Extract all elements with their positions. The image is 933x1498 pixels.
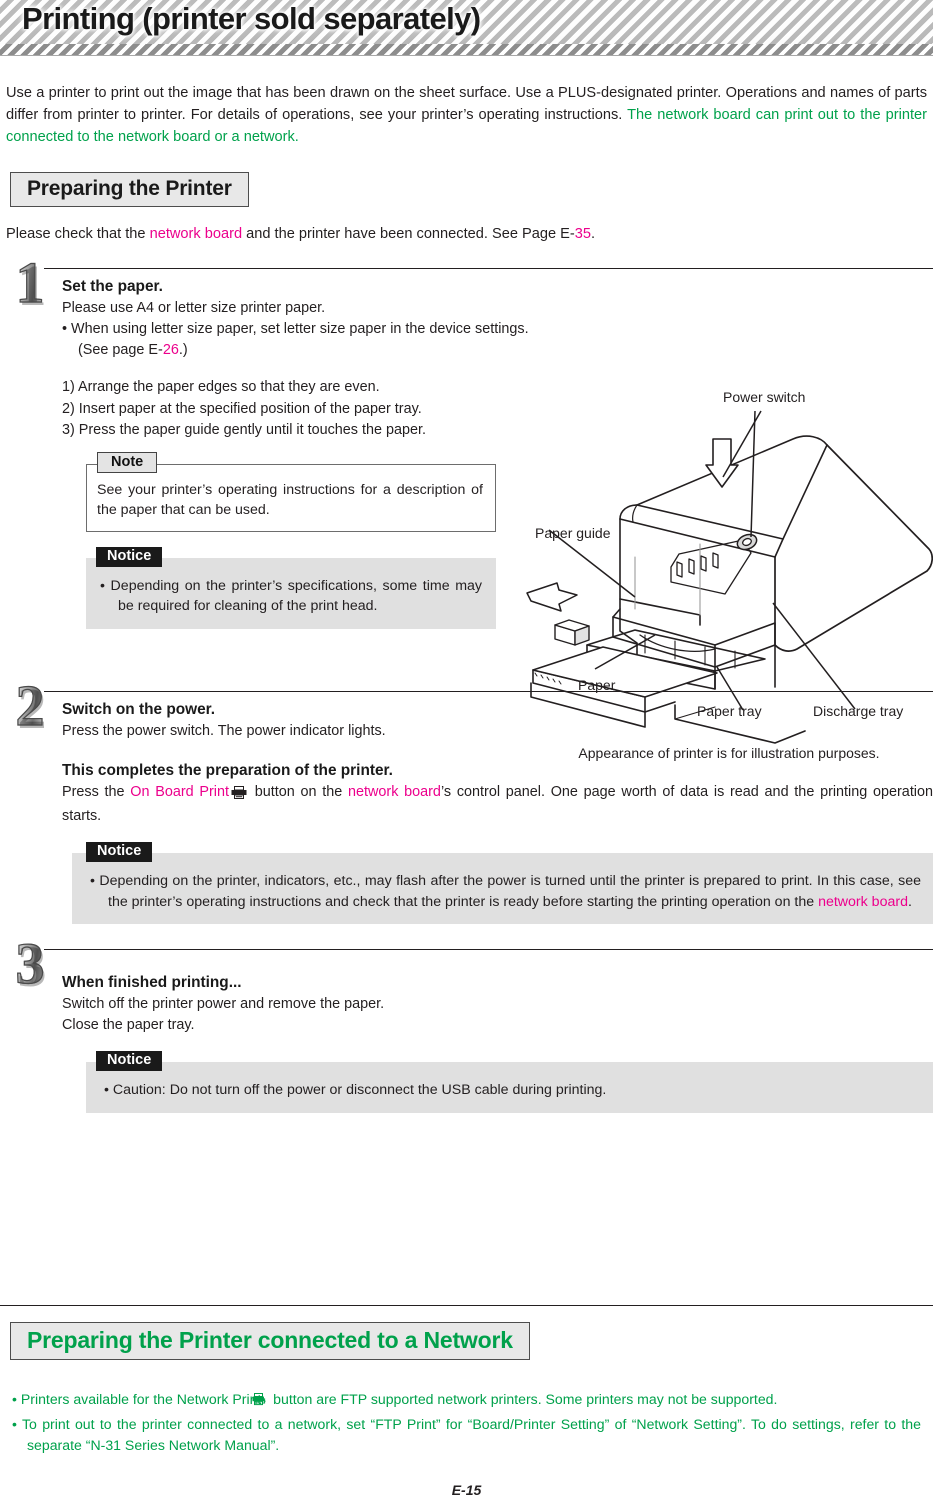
network-note-1-b: button are FTP supported network printer…	[269, 1391, 778, 1407]
step-2-body: Switch on the power. Press the power swi…	[62, 691, 933, 925]
network-board-link: network board	[149, 225, 243, 242]
power-switch-arrow	[705, 438, 739, 488]
section-network-wrap: Preparing the Printer connected to a Net…	[10, 1322, 530, 1360]
step-2-text-b: button on the	[248, 784, 348, 801]
step-1-notice-box: Notice • Depending on the printer’s spec…	[86, 546, 496, 630]
network-note-2: • To print out to the printer connected …	[12, 1415, 921, 1453]
page-ref-26: 26	[162, 342, 179, 359]
step-3-rule	[44, 949, 933, 951]
step-1-note-text: See your printer’s operating instruction…	[97, 481, 483, 519]
step-1-body: Set the paper. Please use A4 or letter s…	[62, 268, 532, 630]
step-2-number: 2	[2, 674, 58, 737]
step-2: 2 Switch on the power. Press the power s…	[0, 674, 933, 925]
section1-lead-paragraph: Please check that the network board and …	[6, 224, 927, 246]
step-2-notice-text: • Depending on the printer, indicators, …	[90, 871, 921, 912]
step-1-title: Set the paper.	[62, 278, 163, 296]
page-title: Printing (printer sold separately)	[22, 1, 481, 36]
network-board-link-2: network board	[348, 784, 441, 801]
notice-tab-label-1: Notice	[96, 546, 163, 567]
step-2-title: Switch on the power.	[62, 701, 216, 719]
step-1-numbered-list: 1) Arrange the paper edges so that they …	[62, 377, 532, 442]
on-board-print-link: On Board Print	[130, 784, 229, 801]
step-3-body: When finished printing... Switch off the…	[62, 949, 933, 1113]
label-paper-guide: Paper guide	[535, 525, 611, 541]
lead-text-c: .	[590, 225, 596, 242]
page-footer: E-15	[451, 1482, 482, 1498]
step-3-number: 3	[2, 932, 58, 995]
step-1-note-box: Note See your printer’s operating instru…	[86, 451, 496, 532]
step-2-notice-box: Notice • Depending on the printer, indic…	[72, 841, 933, 925]
step-2-rule	[44, 691, 933, 693]
step-1-notice-text: • Depending on the printer’s specificati…	[100, 577, 482, 615]
paper-guide-arrow	[526, 582, 578, 612]
step-1-substep-1: 1) Arrange the paper edges so that they …	[62, 379, 380, 396]
page-header-banner: Printing (printer sold separately)	[0, 0, 933, 56]
step-1-bullet: • When using letter size paper, set lett…	[62, 319, 532, 361]
lead-text-a: Please check that the	[6, 225, 150, 242]
step-3-line1: Switch off the printer power and remove …	[62, 996, 385, 1013]
network-note-1: • Printers available for the Network Pri…	[12, 1389, 921, 1413]
step-3-title: When finished printing...	[62, 974, 242, 992]
network-notes-list: • Printers available for the Network Pri…	[12, 1389, 921, 1457]
step-2-notice-text-a: • Depending on the printer, indicators, …	[90, 872, 921, 910]
page-content: Use a printer to print out the image tha…	[0, 82, 933, 1498]
step-2-text-a: Press the	[62, 784, 131, 801]
step-1-substep-3: 3) Press the paper guide gently until it…	[62, 422, 426, 439]
step-3-notice-box: Notice • Caution: Do not turn off the po…	[86, 1051, 933, 1113]
step-1-substep-2: 2) Insert paper at the specified positio…	[62, 400, 422, 417]
network-board-link-3: network board	[818, 893, 908, 910]
step-2-body-text: Press the On Board Print button on the n…	[62, 782, 933, 827]
bottom-divider-rule	[0, 1305, 933, 1306]
banner-stripe-decoration	[0, 44, 933, 56]
step-3: 3 When finished printing... Switch off t…	[0, 932, 933, 1113]
notice-tab-label-2: Notice	[86, 841, 153, 862]
step-2-notice-text-b: .	[907, 893, 912, 910]
step-1-bullet-text-a: • When using letter size paper, set lett…	[62, 321, 529, 359]
printer-icon	[231, 785, 247, 806]
label-power-switch: Power switch	[723, 389, 806, 405]
section-header-preparing-printer-network: Preparing the Printer connected to a Net…	[10, 1322, 530, 1360]
step-3-line2: Close the paper tray.	[62, 1017, 195, 1034]
step-1-bullet-text-b: .)	[178, 342, 188, 359]
step-1-line1: Please use A4 or letter size printer pap…	[62, 300, 326, 317]
intro-paragraph: Use a printer to print out the image tha…	[6, 82, 927, 149]
notice-tab-label-3: Notice	[96, 1051, 163, 1072]
section-header-preparing-printer: Preparing the Printer	[10, 171, 249, 207]
network-note-1-a: • Printers available for the Network Pri…	[12, 1391, 266, 1407]
step-1-number: 1	[2, 251, 58, 314]
step-2-line1: Press the power switch. The power indica…	[62, 723, 386, 740]
step-2-subtitle: This completes the preparation of the pr…	[62, 762, 393, 780]
page-ref-35: 35	[574, 225, 591, 242]
section-preparing-printer-wrap: Preparing the Printer	[10, 171, 933, 207]
note-tab-label: Note	[97, 451, 158, 473]
step-3-notice-text: • Caution: Do not turn off the power or …	[104, 1082, 607, 1099]
lead-text-b: and the printer have been connected. See…	[242, 225, 575, 242]
step-1-rule	[44, 268, 933, 270]
